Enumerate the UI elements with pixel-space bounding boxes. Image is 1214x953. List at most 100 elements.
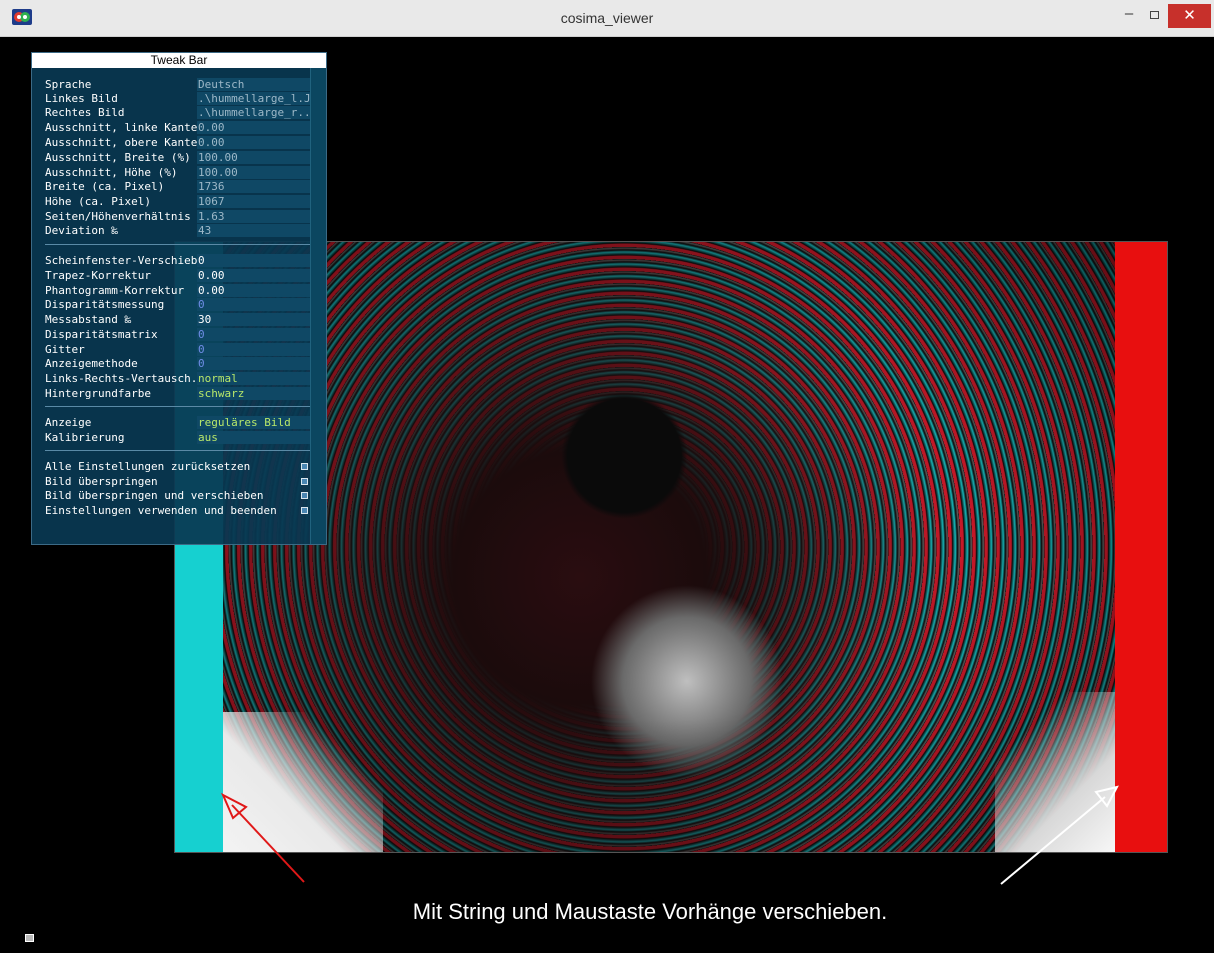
button-checkbox-icon[interactable] [301, 492, 308, 499]
setting-row-linkes-bild[interactable]: Linkes Bild .\hummellarge_l.J.. [45, 92, 310, 106]
setting-row-disparitaetsmessung[interactable]: Disparitätsmessung 0 [45, 298, 310, 312]
setting-value[interactable]: 1736 [197, 180, 310, 193]
setting-value[interactable]: 0 [197, 343, 310, 356]
setting-value[interactable]: 0.00 [197, 121, 310, 134]
image-highlight-left [223, 712, 383, 852]
window-titlebar[interactable]: cosima_viewer – ✕ [0, 0, 1214, 37]
tweak-bar-panel[interactable]: Tweak Bar Sprache Deutsch Linkes Bild .\hu… [31, 52, 327, 545]
right-curtain-handle[interactable] [1115, 242, 1167, 852]
setting-label: Sprache [45, 78, 92, 91]
button-label: Alle Einstellungen zurücksetzen [45, 460, 251, 473]
setting-value[interactable]: 100.00 [197, 166, 310, 179]
setting-row-anzeige[interactable]: Anzeige reguläres Bild [45, 416, 310, 430]
setting-value[interactable]: Deutsch [197, 78, 310, 91]
setting-value[interactable]: 0.00 [197, 136, 310, 149]
setting-row-hoehe-pixel[interactable]: Höhe (ca. Pixel) 1067 [45, 195, 310, 209]
setting-value[interactable]: 0.00 [197, 269, 310, 282]
setting-value[interactable]: normal [197, 372, 310, 385]
maximize-icon [1150, 11, 1159, 19]
setting-row-anzeigemethode[interactable]: Anzeigemethode 0 [45, 357, 310, 371]
setting-row-kalibrierung[interactable]: Kalibrierung aus [45, 431, 310, 445]
separator [45, 450, 310, 451]
setting-row-trapez[interactable]: Trapez-Korrektur 0.00 [45, 269, 310, 283]
setting-value[interactable]: 0 [197, 254, 310, 267]
setting-value[interactable]: 0 [197, 298, 310, 311]
setting-label: Phantogramm-Korrektur [45, 284, 185, 297]
image-highlight-right [995, 692, 1115, 852]
setting-value[interactable]: 0 [197, 357, 310, 370]
button-checkbox-icon[interactable] [301, 463, 308, 470]
setting-row-deviation[interactable]: Deviation ‰ 43 [45, 224, 310, 238]
button-label: Einstellungen verwenden und beenden [45, 504, 277, 517]
setting-row-breite-prozent[interactable]: Ausschnitt, Breite (%) 100.00 [45, 151, 310, 165]
setting-label: Anzeige [45, 416, 92, 429]
setting-value[interactable]: .\hummellarge_l.J.. [197, 92, 310, 105]
setting-row-sprache[interactable]: Sprache Deutsch [45, 78, 310, 92]
skip-image-button[interactable]: Bild überspringen [45, 475, 310, 489]
setting-label: Trapez-Korrektur [45, 269, 151, 282]
setting-row-rechtes-bild[interactable]: Rechtes Bild .\hummellarge_r... [45, 106, 310, 120]
separator [45, 244, 310, 245]
setting-row-gitter[interactable]: Gitter 0 [45, 343, 310, 357]
window-title: cosima_viewer [560, 10, 654, 26]
setting-label: Linkes Bild [45, 92, 118, 105]
setting-label: Ausschnitt, Breite (%) [45, 151, 191, 164]
separator [45, 406, 310, 407]
tweak-bar-title[interactable]: Tweak Bar [32, 53, 326, 68]
setting-row-obere-kante[interactable]: Ausschnitt, obere Kante.. 0.00 [45, 136, 310, 150]
button-checkbox-icon[interactable] [301, 507, 308, 514]
setting-value[interactable]: 43 [197, 224, 310, 237]
setting-label: Links-Rechts-Vertausch.. [45, 372, 197, 385]
setting-label: Gitter [45, 343, 85, 356]
setting-label: Ausschnitt, Höhe (%) [45, 166, 178, 179]
maximize-button[interactable] [1143, 4, 1167, 28]
setting-value[interactable]: 1.63 [197, 210, 310, 223]
setting-label: Deviation ‰ [45, 224, 118, 237]
setting-row-breite-pixel[interactable]: Breite (ca. Pixel) 1736 [45, 180, 310, 194]
setting-value[interactable]: 1067 [197, 195, 310, 208]
button-label: Bild überspringen [45, 475, 158, 488]
setting-row-scheinfenster[interactable]: Scheinfenster-Verschieb.. 0 [45, 254, 310, 268]
setting-label: Hintergrundfarbe [45, 387, 151, 400]
button-label: Bild überspringen und verschieben [45, 489, 264, 502]
setting-value[interactable]: 30 [197, 313, 310, 326]
apply-and-exit-button[interactable]: Einstellungen verwenden und beenden [45, 504, 310, 518]
tweak-bar-scrollbar[interactable] [310, 68, 326, 544]
setting-label: Disparitätsmessung [45, 298, 165, 311]
setting-row-hoehe-prozent[interactable]: Ausschnitt, Höhe (%) 100.00 [45, 166, 310, 180]
setting-value[interactable]: .\hummellarge_r... [197, 106, 310, 119]
instruction-caption: Mit String und Maustaste Vorhänge versch… [412, 899, 888, 924]
setting-row-disparitaetsmatrix[interactable]: Disparitätsmatrix 0 [45, 328, 310, 342]
setting-label: Ausschnitt, linke Kante.. [45, 121, 197, 134]
setting-row-seitenverhaeltnis[interactable]: Seiten/Höhenverhältnis 1.63 [45, 210, 310, 224]
setting-label: Rechtes Bild [45, 106, 125, 119]
setting-label: Breite (ca. Pixel) [45, 180, 165, 193]
setting-row-linke-kante[interactable]: Ausschnitt, linke Kante.. 0.00 [45, 121, 310, 135]
setting-value[interactable]: schwarz [197, 387, 310, 400]
button-checkbox-icon[interactable] [301, 478, 308, 485]
setting-value[interactable]: 100.00 [197, 151, 310, 164]
skip-and-move-image-button[interactable]: Bild überspringen und verschieben [45, 489, 310, 503]
close-button[interactable]: ✕ [1168, 4, 1211, 28]
setting-label: Höhe (ca. Pixel) [45, 195, 151, 208]
setting-row-hintergrundfarbe[interactable]: Hintergrundfarbe schwarz [45, 387, 310, 401]
setting-label: Seiten/Höhenverhältnis [45, 210, 191, 223]
setting-label: Messabstand ‰ [45, 313, 132, 326]
setting-row-links-rechts[interactable]: Links-Rechts-Vertausch.. normal [45, 372, 310, 386]
minimize-icon: – [1124, 5, 1134, 22]
setting-label: Kalibrierung [45, 431, 125, 444]
setting-value[interactable]: reguläres Bild [197, 416, 310, 429]
setting-row-messabstand[interactable]: Messabstand ‰ 30 [45, 313, 310, 327]
setting-label: Anzeigemethode [45, 357, 138, 370]
setting-label: Ausschnitt, obere Kante.. [45, 136, 197, 149]
setting-label: Scheinfenster-Verschieb.. [45, 254, 197, 267]
setting-row-phantogramm[interactable]: Phantogramm-Korrektur 0.00 [45, 284, 310, 298]
minimize-button[interactable]: – [1117, 4, 1141, 28]
setting-value[interactable]: 0.00 [197, 284, 310, 297]
tweakbar-toggle-icon[interactable] [25, 934, 34, 942]
setting-label: Disparitätsmatrix [45, 328, 158, 341]
close-icon: ✕ [1183, 7, 1196, 24]
setting-value[interactable]: 0 [197, 328, 310, 341]
setting-value[interactable]: aus [197, 431, 310, 444]
reset-all-settings-button[interactable]: Alle Einstellungen zurücksetzen [45, 460, 310, 474]
